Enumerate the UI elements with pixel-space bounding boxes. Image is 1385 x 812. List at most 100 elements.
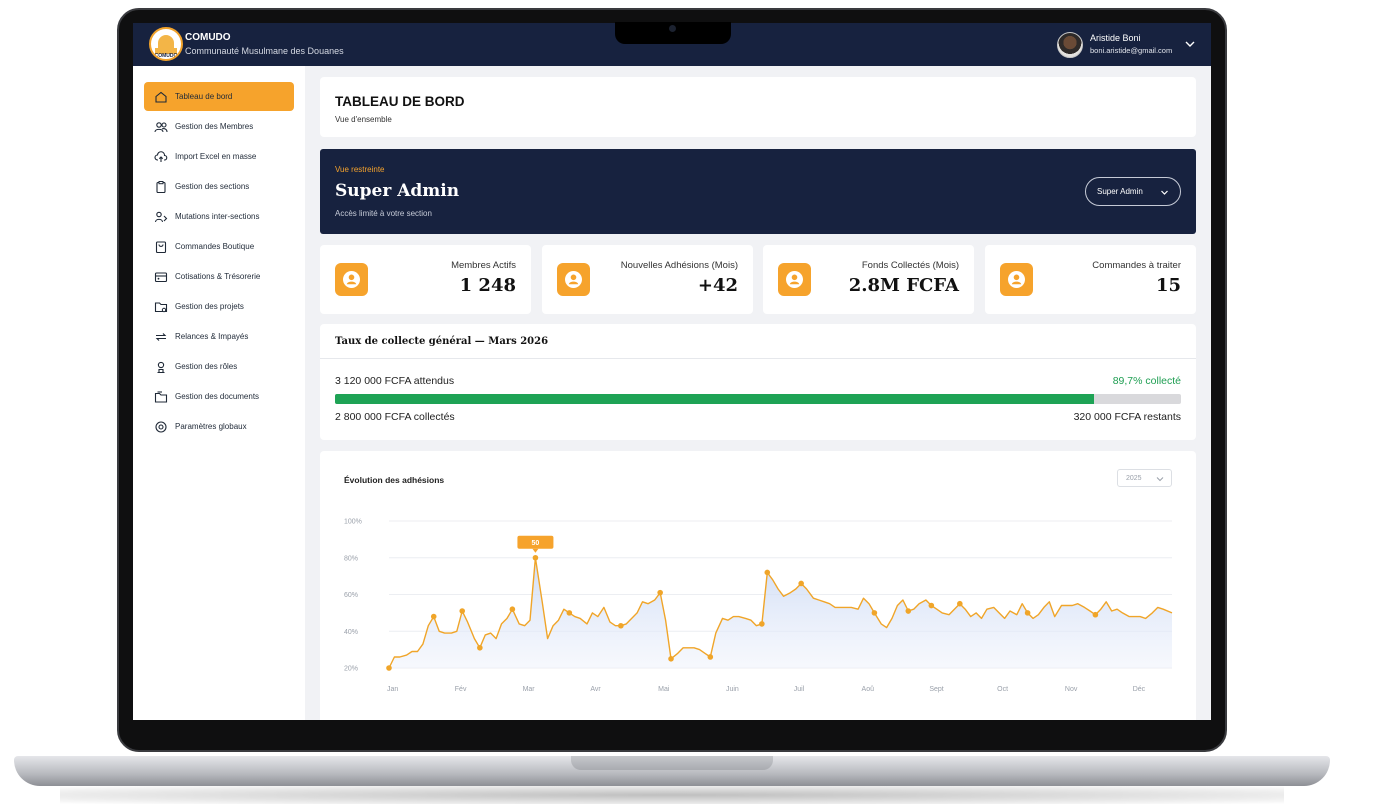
- collected-percent: 89,7% collecté: [1112, 375, 1181, 387]
- sidebar-item-mutations[interactable]: Mutations inter-sections: [144, 202, 294, 231]
- sidebar-item-parametres[interactable]: Paramètres globaux: [144, 412, 294, 441]
- x-tick-label: Mai: [658, 686, 670, 693]
- chevron-down-icon: [1156, 477, 1164, 482]
- sidebar-item-cotisations[interactable]: Cotisations & Trésorerie: [144, 262, 294, 291]
- sidebar-item-label: Gestion des sections: [175, 182, 250, 191]
- x-tick-label: Avr: [590, 686, 601, 693]
- data-point: [566, 610, 573, 616]
- membership-chart-card: 100% 80% 60% 40% 20% Jan Fév Mar Avr Mai Juin Juil A…: [320, 451, 1196, 720]
- data-point: [532, 554, 539, 561]
- sidebar-item-projets[interactable]: Gestion des projets: [144, 292, 294, 321]
- collection-progress-bar: [335, 394, 1181, 404]
- stat-value: +42: [697, 275, 738, 296]
- membership-line-chart: 100% 80% 60% 40% 20% Jan Fév Mar Avr Mai Juin Juil A…: [344, 519, 1173, 693]
- camera-notch: [615, 22, 731, 44]
- stat-label: Commandes à traiter: [1092, 260, 1181, 271]
- camera-icon: [669, 25, 676, 32]
- sidebar-item-relances[interactable]: Relances & Impayés: [144, 322, 294, 351]
- data-point: [928, 602, 935, 609]
- role-select-value: Super Admin: [1097, 187, 1143, 196]
- user-transfer-icon: [154, 211, 168, 222]
- settings-icon: [155, 420, 167, 433]
- data-point: [618, 622, 624, 629]
- chevron-down-icon[interactable]: [1183, 37, 1197, 51]
- laptop-shadow: [60, 786, 1284, 804]
- clipboard-icon: [156, 180, 166, 193]
- stat-card-commandes: Commandes à traiter 15: [985, 245, 1196, 314]
- data-point: [386, 665, 392, 671]
- data-point: [430, 613, 437, 620]
- data-point: [477, 644, 483, 651]
- stat-icon: [557, 263, 590, 296]
- logo-dome-icon: [158, 35, 174, 49]
- collection-progress-fill: [335, 394, 1094, 404]
- wallet-icon: [154, 271, 168, 282]
- avatar[interactable]: [1057, 32, 1083, 58]
- tooltip-label: 50: [532, 540, 540, 547]
- sidebar-item-label: Import Excel en masse: [175, 152, 257, 161]
- x-tick-label: Fév: [455, 686, 467, 693]
- sidebar-item-label: Paramètres globaux: [175, 422, 247, 431]
- sidebar-item-roles[interactable]: Gestion des rôles: [144, 352, 294, 381]
- user-icon: [786, 271, 803, 288]
- x-tick-label: Déc: [1133, 686, 1146, 693]
- y-tick-label: 40%: [344, 629, 358, 636]
- x-tick-label: Juin: [726, 686, 739, 693]
- stat-label: Membres Actifs: [451, 260, 516, 271]
- expected-amount: 3 120 000 FCFA attendus: [335, 375, 455, 387]
- sidebar-item-membres[interactable]: Gestion des Membres: [144, 112, 294, 141]
- folder-gear-icon: [154, 301, 168, 312]
- data-point: [798, 580, 804, 587]
- chevron-down-icon: [1161, 190, 1168, 195]
- stat-icon: [1000, 263, 1033, 296]
- x-tick-label: Juil: [794, 686, 805, 693]
- user-icon: [565, 271, 582, 288]
- divider: [320, 358, 1196, 359]
- stat-icon: [335, 263, 368, 296]
- logo-text: COMUDO: [154, 53, 178, 59]
- data-point: [707, 654, 714, 660]
- shop-order-icon: [155, 240, 167, 253]
- x-tick-label: Jan: [387, 686, 398, 693]
- sidebar: Tableau de bord Gestion des Membres Impo…: [133, 66, 305, 720]
- sidebar-item-label: Relances & Impayés: [175, 332, 249, 341]
- sidebar-item-label: Commandes Boutique: [175, 242, 255, 251]
- sidebar-item-label: Cotisations & Trésorerie: [175, 272, 261, 281]
- stat-label: Fonds Collectés (Mois): [861, 260, 959, 271]
- admin-title: Super Admin: [335, 181, 460, 201]
- remaining-amount: 320 000 FCFA restants: [1073, 411, 1181, 423]
- sidebar-item-tableau-de-bord[interactable]: Tableau de bord: [144, 82, 294, 111]
- cloud-upload-icon: [154, 150, 168, 162]
- brand-subtitle: Communauté Musulmane des Douanes: [185, 46, 344, 56]
- brand-logo[interactable]: COMUDO: [149, 27, 183, 61]
- y-tick-label: 100%: [344, 519, 362, 526]
- page-subtitle: Vue d'ensemble: [335, 115, 392, 124]
- stat-value: 1 248: [459, 275, 516, 296]
- sidebar-item-documents[interactable]: Gestion des documents: [144, 382, 294, 411]
- x-tick-label: Nov: [1065, 686, 1078, 693]
- sidebar-item-import-excel[interactable]: Import Excel en masse: [144, 142, 294, 171]
- year-select[interactable]: 2025: [1117, 469, 1172, 487]
- sidebar-item-label: Gestion des Membres: [175, 122, 254, 131]
- sidebar-item-label: Gestion des projets: [175, 302, 244, 311]
- sidebar-item-commandes[interactable]: Commandes Boutique: [144, 232, 294, 261]
- data-point: [1024, 610, 1031, 616]
- user-name[interactable]: Aristide Boni: [1090, 33, 1141, 43]
- stat-card-fonds-collectes: Fonds Collectés (Mois) 2.8M FCFA: [763, 245, 974, 314]
- collection-rate-card: Taux de collecte général — Mars 2026 3 1…: [320, 324, 1196, 440]
- sidebar-item-label: Gestion des documents: [175, 392, 260, 401]
- sidebar-item-sections[interactable]: Gestion des sections: [144, 172, 294, 201]
- role-select[interactable]: Super Admin: [1085, 177, 1181, 206]
- tooltip-pointer: [532, 548, 539, 553]
- stat-card-nouvelles-adhesions: Nouvelles Adhésions (Mois) +42: [542, 245, 753, 314]
- restricted-view-tag: Vue restreinte: [335, 165, 385, 174]
- admin-banner: Vue restreinte Super Admin Accès limité …: [320, 149, 1196, 234]
- y-tick-label: 20%: [344, 666, 358, 673]
- user-icon: [1008, 271, 1025, 288]
- users-icon: [154, 121, 168, 132]
- main-content: TABLEAU DE BORD Vue d'ensemble Vue restr…: [305, 66, 1211, 720]
- stat-card-membres-actifs: Membres Actifs 1 248: [320, 245, 531, 314]
- data-point: [657, 589, 663, 596]
- data-point: [1092, 611, 1099, 618]
- data-point: [668, 656, 674, 662]
